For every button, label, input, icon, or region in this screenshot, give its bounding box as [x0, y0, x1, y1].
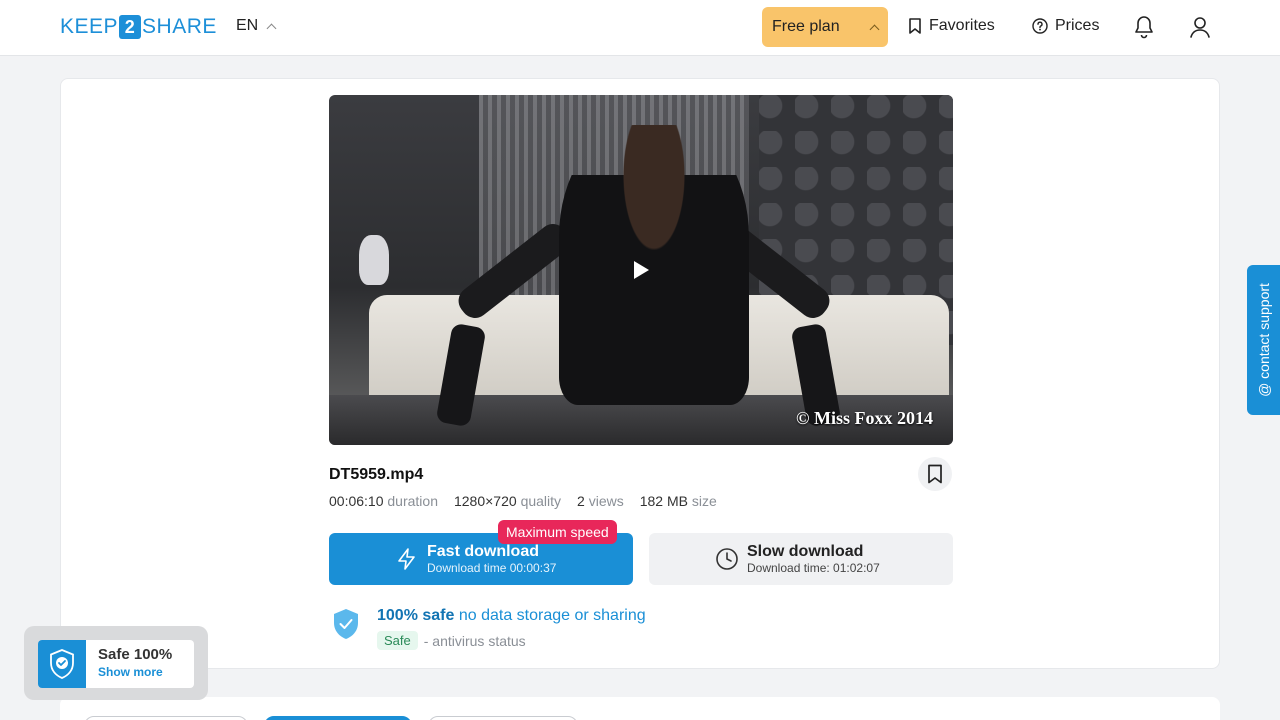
duration-value: 00:06:10 — [329, 493, 384, 509]
safety-text: 100% safe no data storage or sharing Saf… — [377, 607, 646, 650]
bell-icon — [1135, 16, 1153, 39]
fast-download-title: Fast download — [427, 542, 539, 560]
chevron-up-icon — [869, 24, 880, 34]
contact-support-label: @ contact support — [1255, 283, 1272, 397]
language-selector[interactable]: EN — [236, 17, 277, 35]
logo-text-share: SHARE — [142, 15, 217, 38]
favorites-label: Favorites — [929, 17, 995, 34]
file-name: DT5959.mp4 — [329, 466, 424, 483]
safety-title: 100% safe no data storage or sharing — [377, 607, 646, 625]
meta-duration: 00:06:10 duration — [329, 493, 438, 509]
slow-download-text: Slow download Download time: 01:02:07 — [747, 543, 880, 576]
video-scene-figure — [559, 125, 749, 405]
file-card: © Miss Foxx 2014 DT5959.mp4 00:06:10 dur… — [60, 78, 1220, 669]
free-plan-label: Free plan — [772, 18, 840, 35]
quality-value: 1280×720 — [453, 493, 517, 509]
shield-check-icon — [50, 649, 74, 679]
size-label: size — [691, 493, 717, 509]
meta-views: 2 views — [577, 493, 624, 509]
tab-peek[interactable] — [428, 716, 578, 720]
meta-size: 182 MB size — [640, 493, 717, 509]
free-plan-button[interactable]: Free plan — [762, 7, 888, 47]
safety-title-bold: 100% safe — [377, 607, 455, 624]
slow-download-title: Slow download — [747, 542, 864, 560]
shield-check-icon — [334, 609, 358, 639]
meta-quality: 1280×720 quality — [454, 493, 561, 509]
add-to-favorites-button[interactable] — [918, 457, 952, 491]
safe-widget-shield — [38, 640, 86, 688]
safety-info: 100% safe no data storage or sharing Saf… — [331, 607, 646, 650]
clock-icon — [716, 548, 738, 570]
safe-widget-inner: Safe 100% Show more — [38, 640, 194, 688]
bookmark-icon — [909, 18, 921, 34]
video-preview[interactable]: © Miss Foxx 2014 — [329, 95, 953, 445]
question-circle-icon — [1032, 18, 1048, 34]
tab-peek-active[interactable] — [264, 716, 412, 720]
safe-widget[interactable]: Safe 100% Show more — [24, 626, 208, 700]
size-value: 182 MB — [639, 493, 688, 509]
tab-peek[interactable] — [84, 716, 248, 720]
antivirus-status: Safe - antivirus status — [377, 631, 646, 650]
maximum-speed-badge: Maximum speed — [498, 520, 617, 544]
nav-favorites[interactable]: Favorites — [908, 17, 995, 35]
user-icon — [1190, 17, 1210, 38]
safety-title-rest: no data storage or sharing — [458, 607, 646, 624]
slow-download-button[interactable]: Slow download Download time: 01:02:07 — [649, 533, 953, 585]
nav-prices[interactable]: Prices — [1032, 17, 1099, 35]
slow-download-time: Download time: 01:02:07 — [747, 560, 880, 575]
bookmark-icon — [928, 464, 942, 484]
views-value: 2 — [577, 493, 585, 509]
contact-support-button[interactable]: @ contact support — [1247, 265, 1280, 415]
fast-download-text: Fast download Download time 00:00:37 — [427, 543, 556, 576]
fast-download-time: Download time 00:00:37 — [427, 560, 557, 575]
file-meta: 00:06:10 duration 1280×720 quality 2 vie… — [329, 493, 717, 509]
video-watermark: © Miss Foxx 2014 — [796, 408, 933, 428]
language-label: EN — [236, 17, 259, 34]
notifications-button[interactable] — [1132, 15, 1156, 39]
logo-text-keep: KEEP — [60, 15, 119, 38]
lightning-icon — [398, 548, 415, 570]
video-scene-vase — [359, 235, 389, 285]
views-label: views — [588, 493, 624, 509]
quality-label: quality — [520, 493, 562, 509]
prices-label: Prices — [1055, 17, 1100, 34]
safe-widget-title: Safe 100% — [98, 646, 173, 663]
logo-text-2: 2 — [119, 15, 142, 39]
duration-label: duration — [387, 493, 438, 509]
account-button[interactable] — [1188, 15, 1212, 39]
play-icon[interactable] — [634, 261, 649, 279]
antivirus-status-text: - antivirus status — [423, 632, 526, 649]
chevron-up-icon — [266, 23, 277, 33]
top-header: KEEP 2 SHARE EN Free plan Favorites Pric… — [0, 0, 1280, 56]
logo[interactable]: KEEP 2 SHARE — [60, 15, 217, 39]
safe-widget-text: Safe 100% Show more — [86, 640, 172, 688]
show-more-link[interactable]: Show more — [98, 665, 172, 679]
safe-tag: Safe — [377, 631, 418, 650]
